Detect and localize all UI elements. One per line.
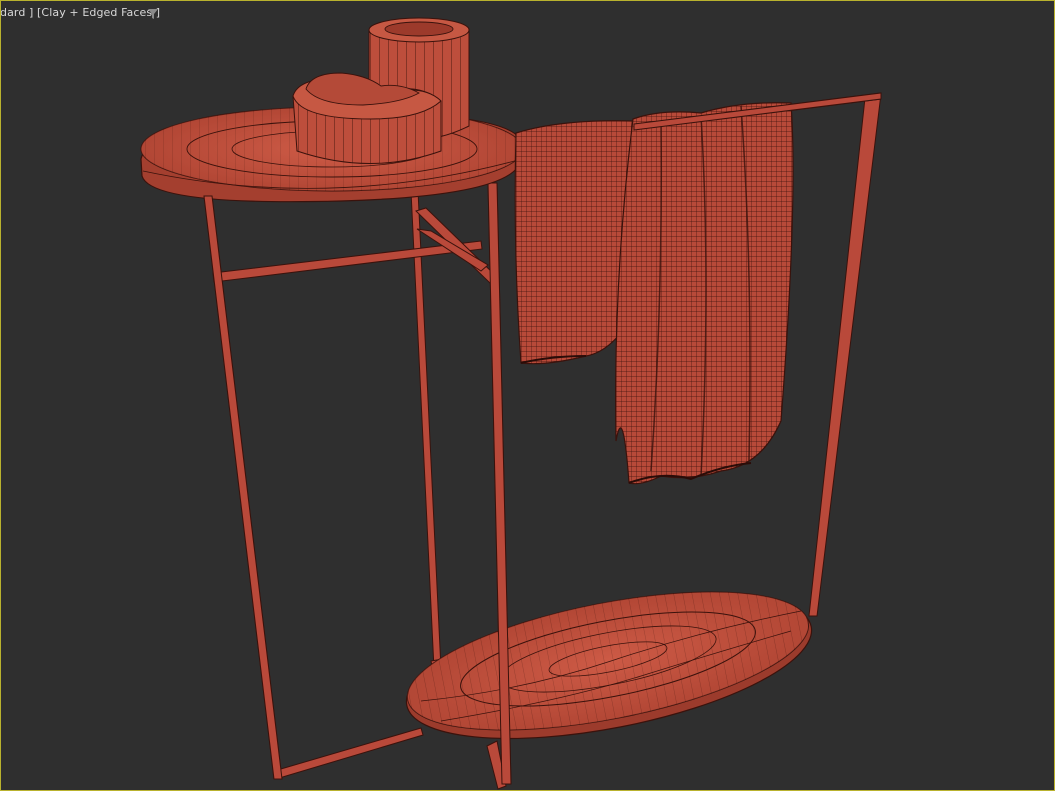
draped-towel: [615, 102, 794, 485]
bottom-tray: [405, 591, 813, 740]
perspective-viewport[interactable]: dard ] [Clay + Edged Faces ]: [0, 0, 1055, 791]
rear-leg: [203, 195, 283, 780]
viewport-scene[interactable]: [1, 1, 1054, 790]
